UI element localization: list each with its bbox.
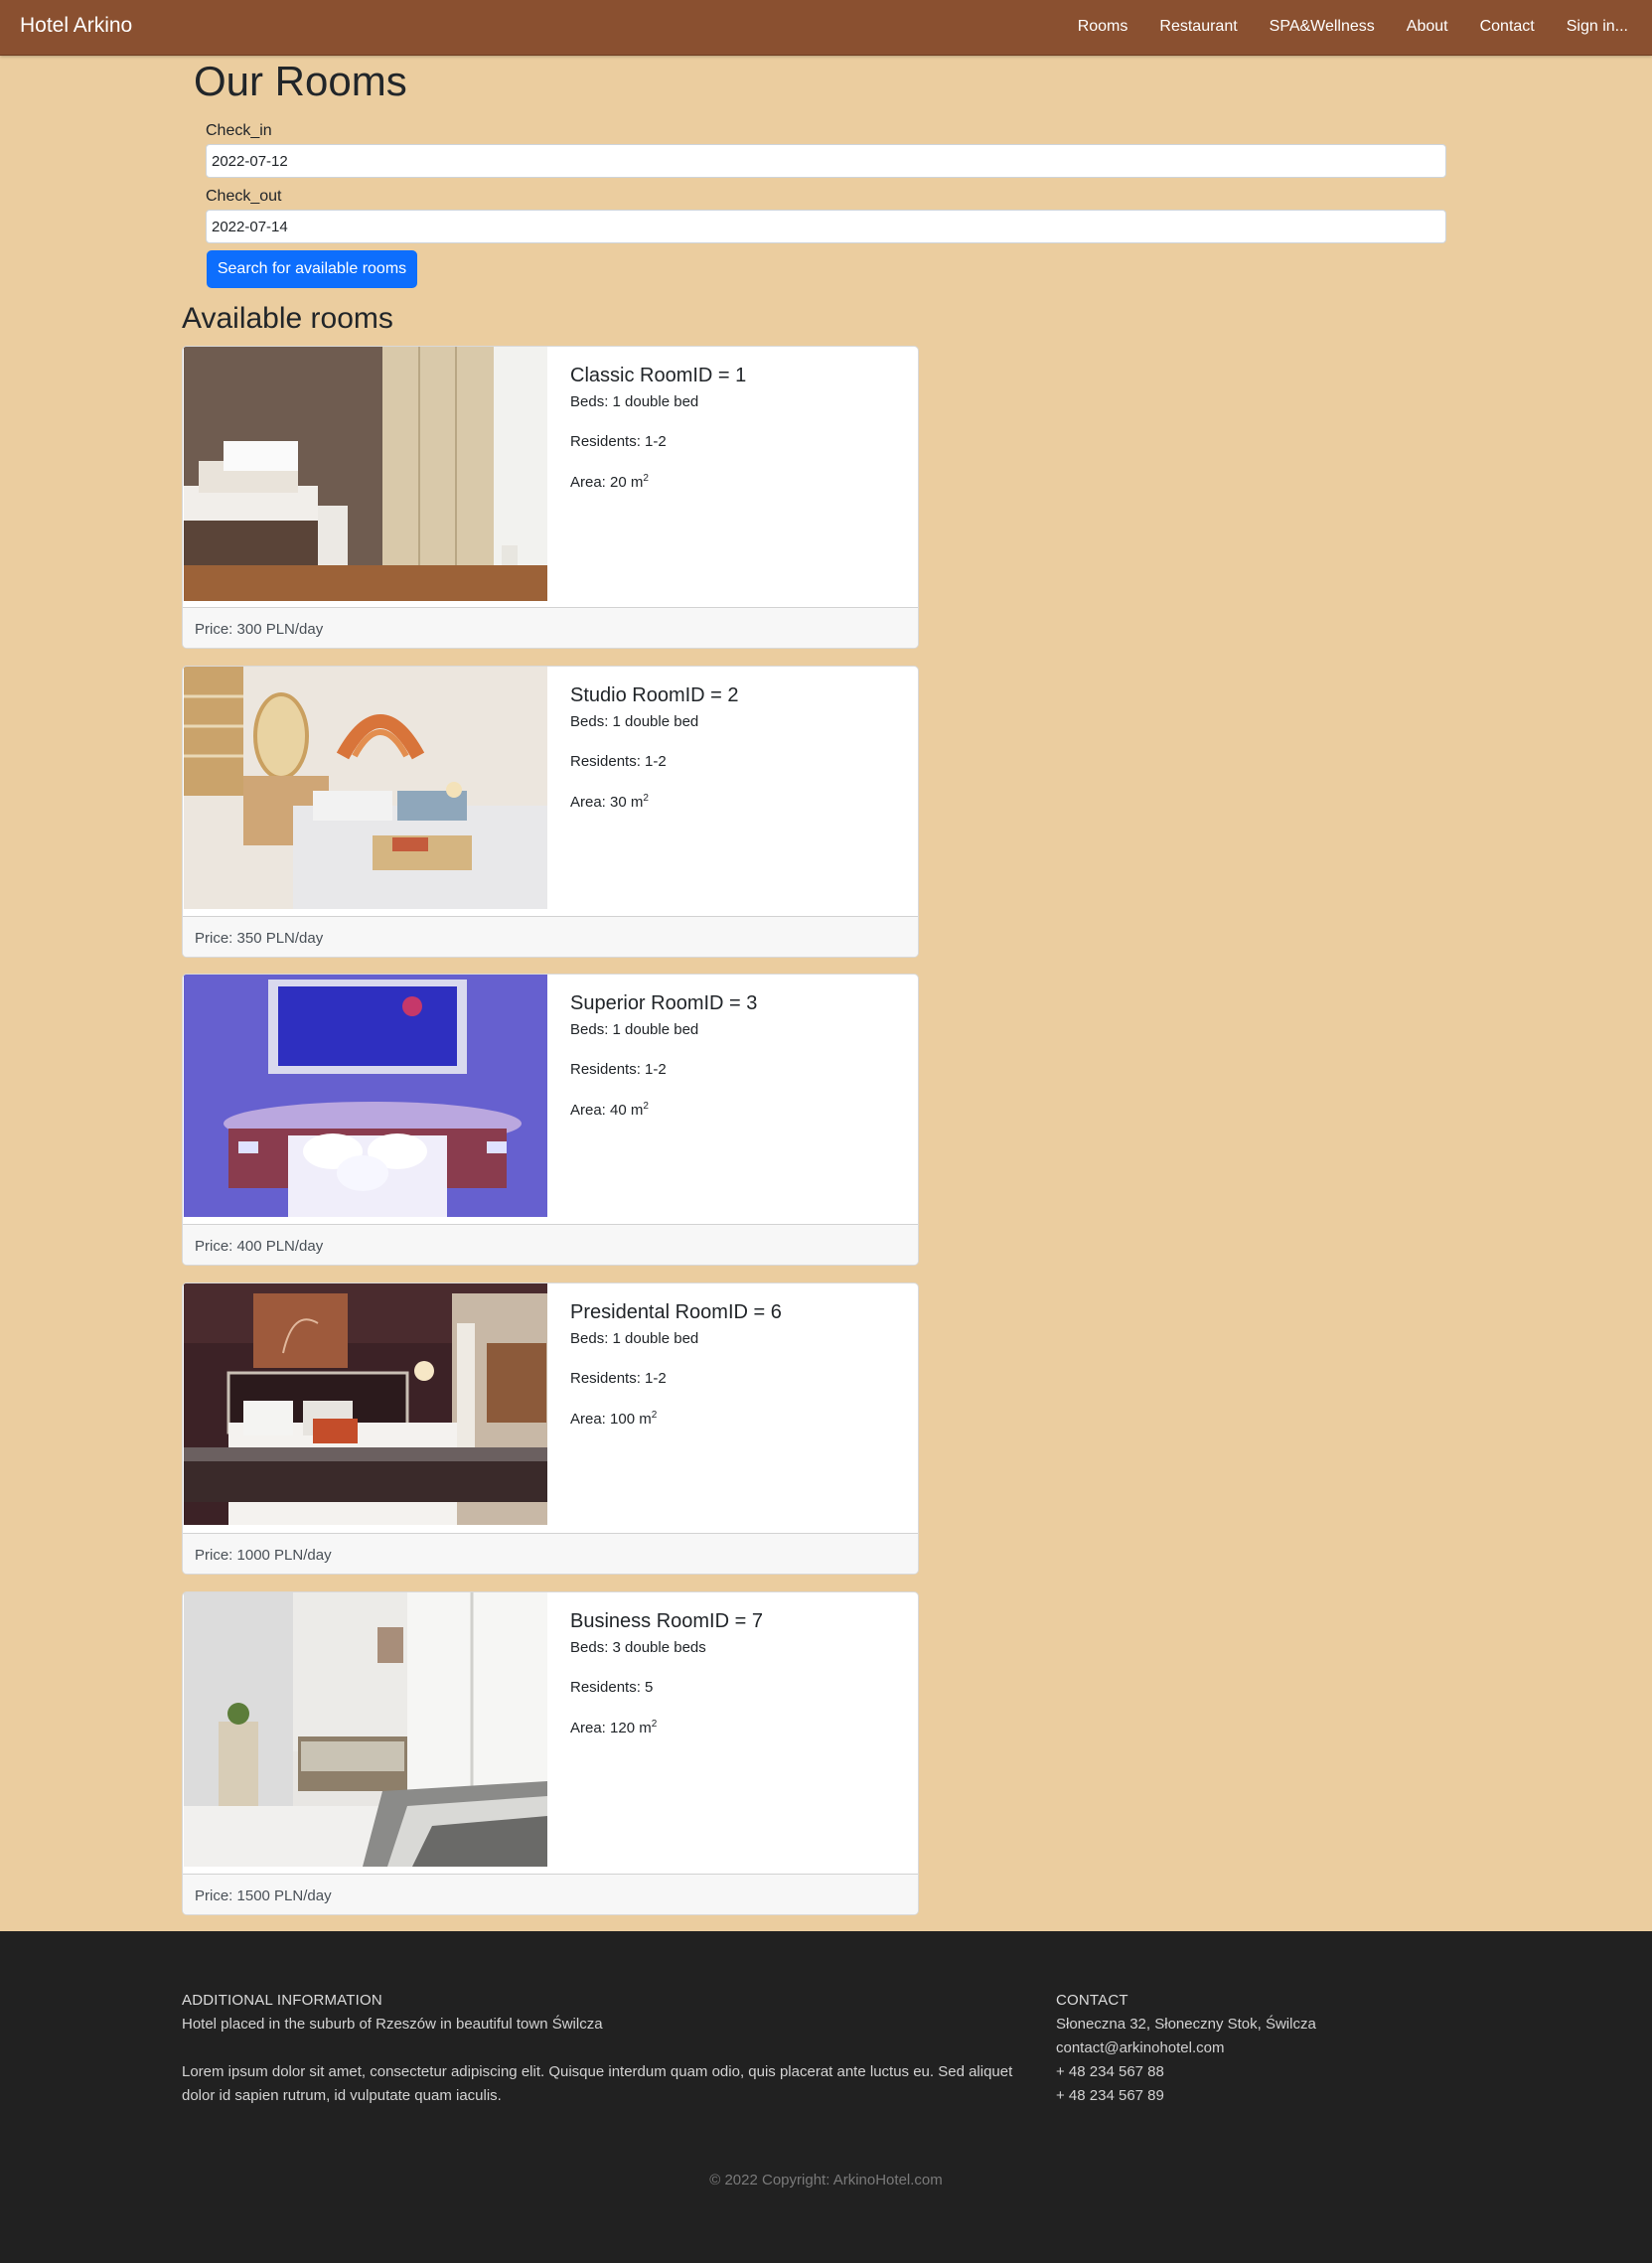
footer-phone-1: + 48 234 567 88 xyxy=(1056,2063,1164,2080)
room-residents: Residents: 1-2 xyxy=(570,1370,667,1387)
area-superscript: 2 xyxy=(651,1719,658,1730)
area-superscript: 2 xyxy=(643,1101,649,1112)
navbar: Hotel Arkino Rooms Restaurant SPA&Wellne… xyxy=(0,0,1652,56)
room-price-footer: Price: 350 PLN/day xyxy=(183,916,918,957)
room-image-business xyxy=(184,1592,547,1867)
room-beds: Beds: 1 double bed xyxy=(570,393,699,410)
room-area-value: Area: 30 m xyxy=(570,794,644,811)
room-area: Area: 20 m2 xyxy=(570,473,746,500)
footer-info-line: Hotel placed in the suburb of Rzeszów in… xyxy=(182,2016,603,2033)
room-area: Area: 40 m2 xyxy=(570,1101,757,1128)
brand-link[interactable]: Hotel Arkino xyxy=(20,14,132,38)
room-beds: Beds: 3 double beds xyxy=(570,1639,706,1656)
room-residents: Residents: 5 xyxy=(570,1679,654,1696)
room-title: Presidental RoomID = 6 xyxy=(570,1301,782,1323)
room-card-presidental: Presidental RoomID = 6 Beds: 1 double be… xyxy=(182,1282,919,1575)
room-card-body: Superior RoomID = 3 Beds: 1 double bed R… xyxy=(570,988,757,1128)
room-beds: Beds: 1 double bed xyxy=(570,1330,699,1347)
nav-link-rooms[interactable]: Rooms xyxy=(1078,18,1128,36)
room-image-studio xyxy=(184,667,547,909)
room-title: Classic RoomID = 1 xyxy=(570,365,747,386)
area-superscript: 2 xyxy=(651,1410,658,1421)
checkin-label: Check_in xyxy=(206,122,272,139)
room-card-body: Studio RoomID = 2 Beds: 1 double bed Res… xyxy=(570,680,739,820)
footer-email: contact@arkinohotel.com xyxy=(1056,2039,1225,2056)
nav-link-about[interactable]: About xyxy=(1407,18,1448,36)
room-title: Superior RoomID = 3 xyxy=(570,992,758,1014)
room-residents: Residents: 1-2 xyxy=(570,1061,667,1078)
room-residents: Residents: 1-2 xyxy=(570,753,667,770)
area-superscript: 2 xyxy=(643,793,649,804)
room-title: Studio RoomID = 2 xyxy=(570,684,739,706)
room-image-superior xyxy=(184,975,547,1217)
room-card-classic: Classic RoomID = 1 Beds: 1 double bed Re… xyxy=(182,346,919,649)
room-price-footer: Price: 1500 PLN/day xyxy=(183,1874,918,1914)
room-beds: Beds: 1 double bed xyxy=(570,713,699,730)
room-area-value: Area: 40 m xyxy=(570,1102,644,1119)
room-card-body: Presidental RoomID = 6 Beds: 1 double be… xyxy=(570,1297,782,1436)
available-rooms-heading: Available rooms xyxy=(182,302,393,335)
room-price-footer: Price: 1000 PLN/day xyxy=(183,1533,918,1574)
checkout-label: Check_out xyxy=(206,188,282,205)
room-card-business: Business RoomID = 7 Beds: 3 double beds … xyxy=(182,1591,919,1915)
page-title: Our Rooms xyxy=(194,58,407,104)
room-area-value: Area: 20 m xyxy=(570,474,644,491)
nav-links: Rooms Restaurant SPA&Wellness About Cont… xyxy=(1046,18,1628,36)
checkout-input[interactable] xyxy=(206,210,1446,243)
room-title: Business RoomID = 7 xyxy=(570,1610,763,1632)
search-available-rooms-button[interactable]: Search for available rooms xyxy=(207,250,417,288)
footer-lorem: Lorem ipsum dolor sit amet, consectetur … xyxy=(182,2063,1013,2104)
room-price-footer: Price: 300 PLN/day xyxy=(183,607,918,648)
room-area: Area: 100 m2 xyxy=(570,1410,782,1436)
room-beds: Beds: 1 double bed xyxy=(570,1021,699,1038)
nav-link-spa-wellness[interactable]: SPA&Wellness xyxy=(1270,18,1375,36)
room-price-footer: Price: 400 PLN/day xyxy=(183,1224,918,1265)
room-card-body: Business RoomID = 7 Beds: 3 double beds … xyxy=(570,1606,763,1745)
room-residents: Residents: 1-2 xyxy=(570,433,667,450)
footer-address: Słoneczna 32, Słoneczny Stok, Świlcza xyxy=(1056,2016,1316,2033)
room-area: Area: 30 m2 xyxy=(570,793,739,820)
room-image-presidental xyxy=(184,1283,547,1525)
room-card-superior: Superior RoomID = 3 Beds: 1 double bed R… xyxy=(182,974,919,1266)
room-image-classic xyxy=(184,347,547,601)
room-area-value: Area: 100 m xyxy=(570,1411,652,1428)
room-area-value: Area: 120 m xyxy=(570,1720,652,1736)
area-superscript: 2 xyxy=(643,473,649,484)
page-footer: ADDITIONAL INFORMATION Hotel placed in t… xyxy=(0,1931,1652,2263)
room-area: Area: 120 m2 xyxy=(570,1719,763,1745)
footer-copyright: © 2022 Copyright: ArkinoHotel.com xyxy=(709,2172,943,2188)
footer-contact-heading: CONTACT xyxy=(1056,1992,1128,2009)
footer-phone-2: + 48 234 567 89 xyxy=(1056,2087,1164,2104)
checkin-input[interactable] xyxy=(206,144,1446,178)
nav-link-contact[interactable]: Contact xyxy=(1480,18,1535,36)
nav-link-sign-in[interactable]: Sign in... xyxy=(1567,18,1628,36)
room-card-studio: Studio RoomID = 2 Beds: 1 double bed Res… xyxy=(182,666,919,958)
nav-link-restaurant[interactable]: Restaurant xyxy=(1159,18,1237,36)
footer-info-heading: ADDITIONAL INFORMATION xyxy=(182,1992,382,2009)
room-card-body: Classic RoomID = 1 Beds: 1 double bed Re… xyxy=(570,361,746,500)
